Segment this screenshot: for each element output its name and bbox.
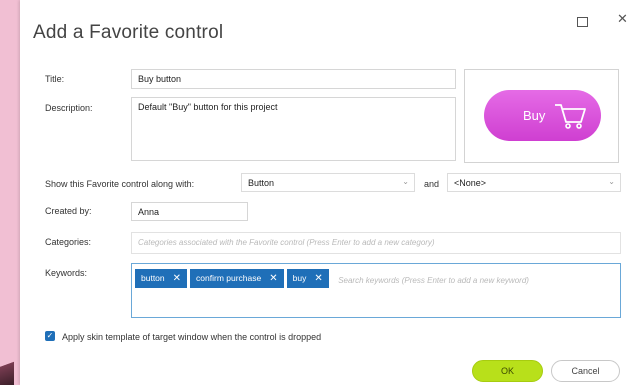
dialog-title: Add a Favorite control (33, 22, 224, 43)
chevron-down-icon: ⌄ (402, 177, 409, 186)
close-icon[interactable]: ✕ (269, 273, 277, 284)
and-select[interactable]: <None> ⌄ (447, 173, 621, 192)
background-corner (0, 351, 14, 385)
keyword-tag[interactable]: button ✕ (135, 269, 188, 288)
buy-button-preview: Buy (484, 90, 601, 141)
keywords-input[interactable]: button ✕ confirm purchase ✕ buy ✕ Search keyw… (131, 263, 621, 318)
title-field[interactable]: Buy button (131, 69, 456, 89)
description-field[interactable]: Default "Buy" button for this project (131, 97, 456, 161)
and-label: and (424, 179, 440, 189)
close-icon[interactable]: ✕ (173, 273, 181, 284)
keywords-label: Keywords: (45, 268, 88, 278)
title-label: Title: (45, 74, 65, 84)
buy-button-label: Buy (523, 108, 546, 123)
categories-input[interactable]: Categories associated with the Favorite … (131, 232, 621, 254)
keyword-tag[interactable]: buy ✕ (286, 269, 329, 288)
and-value: <None> (454, 178, 487, 188)
created-by-value: Anna (138, 207, 160, 217)
show-along-select[interactable]: Button ⌄ (241, 173, 415, 192)
show-along-value: Button (248, 178, 275, 188)
cancel-button[interactable]: Cancel (551, 360, 620, 382)
ok-button[interactable]: OK (472, 360, 543, 382)
created-by-label: Created by: (45, 206, 92, 216)
maximize-icon[interactable] (577, 17, 588, 27)
title-value: Buy button (138, 74, 182, 84)
apply-skin-checkbox[interactable]: ✓ (45, 331, 55, 341)
keywords-placeholder: Search keywords (Press Enter to add a ne… (338, 275, 529, 285)
description-value: Default "Buy" button for this project (138, 102, 278, 112)
shopping-cart-icon (555, 104, 586, 129)
favorite-control-dialog: Add a Favorite control ✕ Title: Buy butt… (20, 0, 631, 385)
control-preview: Buy (464, 69, 619, 163)
background-edge (0, 0, 22, 385)
close-icon[interactable]: ✕ (617, 11, 628, 27)
description-label: Description: (45, 103, 93, 113)
close-icon[interactable]: ✕ (314, 273, 322, 284)
categories-label: Categories: (45, 237, 92, 247)
chevron-down-icon: ⌄ (608, 177, 615, 186)
categories-placeholder: Categories associated with the Favorite … (138, 238, 435, 247)
show-along-label: Show this Favorite control along with: (45, 179, 195, 189)
created-by-field[interactable]: Anna (131, 202, 248, 221)
keyword-tag[interactable]: confirm purchase ✕ (190, 269, 284, 288)
apply-skin-label: Apply skin template of target window whe… (62, 332, 322, 342)
